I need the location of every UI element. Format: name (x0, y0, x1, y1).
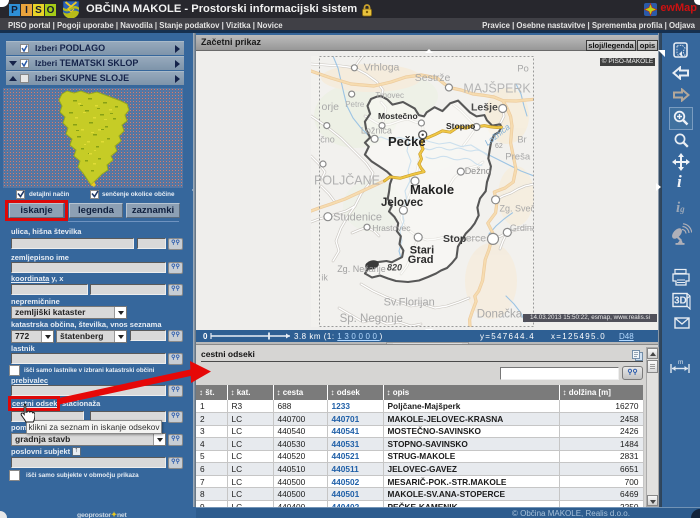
svg-text:Sp. Negonje: Sp. Negonje (340, 313, 403, 325)
svg-text:Grad: Grad (408, 254, 434, 266)
svg-text:Lešje: Lešje (471, 102, 498, 114)
svg-text:Po: Po (517, 64, 529, 75)
svg-text:Hrastovec: Hrastovec (372, 223, 411, 233)
svg-text:Br: Br (517, 135, 527, 146)
svg-text:Zg. Sveče: Zg. Sveče (500, 204, 535, 214)
svg-text:Stop: Stop (443, 233, 466, 245)
svg-text:Makole: Makole (410, 182, 454, 197)
svg-text:Mostečno: Mostečno (378, 111, 418, 121)
svg-text:Pečke: Pečke (388, 134, 426, 149)
svg-text:62: 62 (495, 143, 503, 150)
svg-text:Trnovec: Trnovec (375, 91, 404, 100)
svg-text:Studenice: Studenice (333, 212, 382, 224)
svg-text:Stopno: Stopno (446, 121, 475, 131)
svg-text:820: 820 (387, 263, 402, 273)
svg-text:POLJČANE: POLJČANE (314, 173, 380, 188)
svg-text:Donačka: Donačka (477, 309, 523, 321)
svg-text:Jelovec: Jelovec (381, 197, 424, 209)
svg-text:erce: erce (466, 233, 487, 245)
svg-text:čno: čno (320, 135, 335, 145)
svg-text:Preša: Preša (505, 152, 531, 163)
svg-text:ik: ik (321, 273, 328, 283)
svg-text:Sv.Florijan: Sv.Florijan (384, 297, 435, 309)
svg-text:Dežno: Dežno (465, 166, 491, 176)
svg-text:Petre: Petre (345, 100, 365, 109)
svg-text:Grdina: Grdina (510, 223, 534, 233)
svg-text:orje: orje (322, 101, 340, 113)
svg-text:Zg. Nečanje: Zg. Nečanje (337, 264, 386, 274)
svg-text:Vrhloga: Vrhloga (364, 62, 400, 74)
svg-text:m: m (678, 359, 683, 366)
svg-text:3D: 3D (674, 296, 687, 307)
svg-text:MAJŠPERK: MAJŠPERK (463, 81, 531, 96)
svg-text:Sestrže: Sestrže (415, 72, 451, 84)
